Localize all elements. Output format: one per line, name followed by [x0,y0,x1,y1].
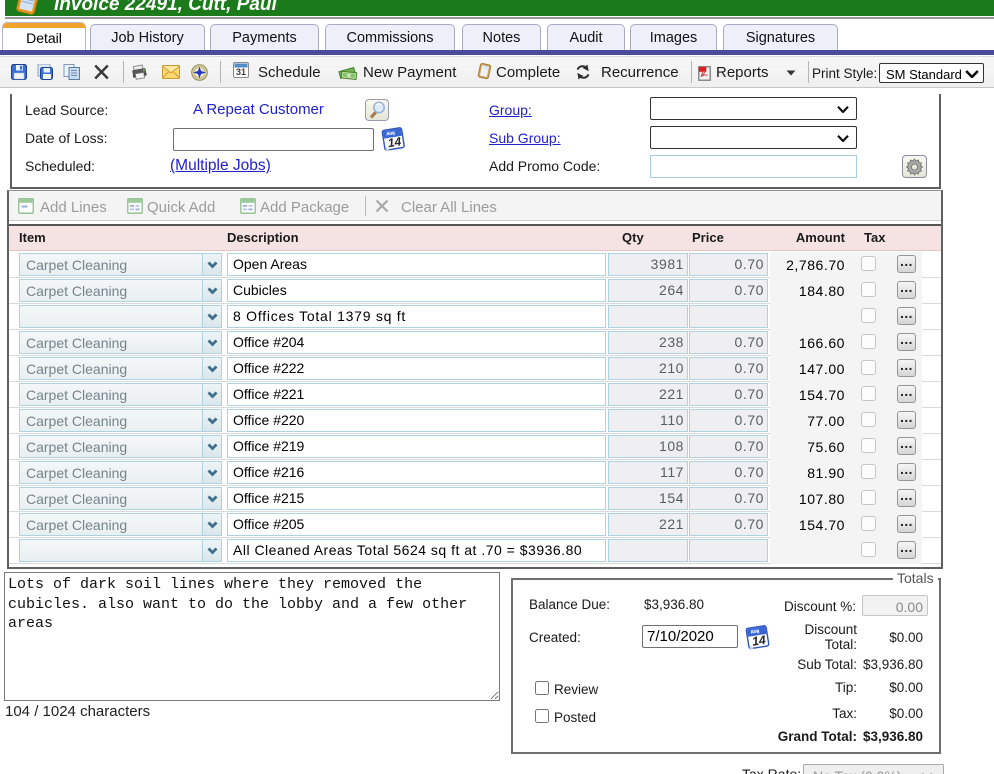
svg-text:14: 14 [387,134,403,150]
svg-text:31: 31 [236,67,246,77]
